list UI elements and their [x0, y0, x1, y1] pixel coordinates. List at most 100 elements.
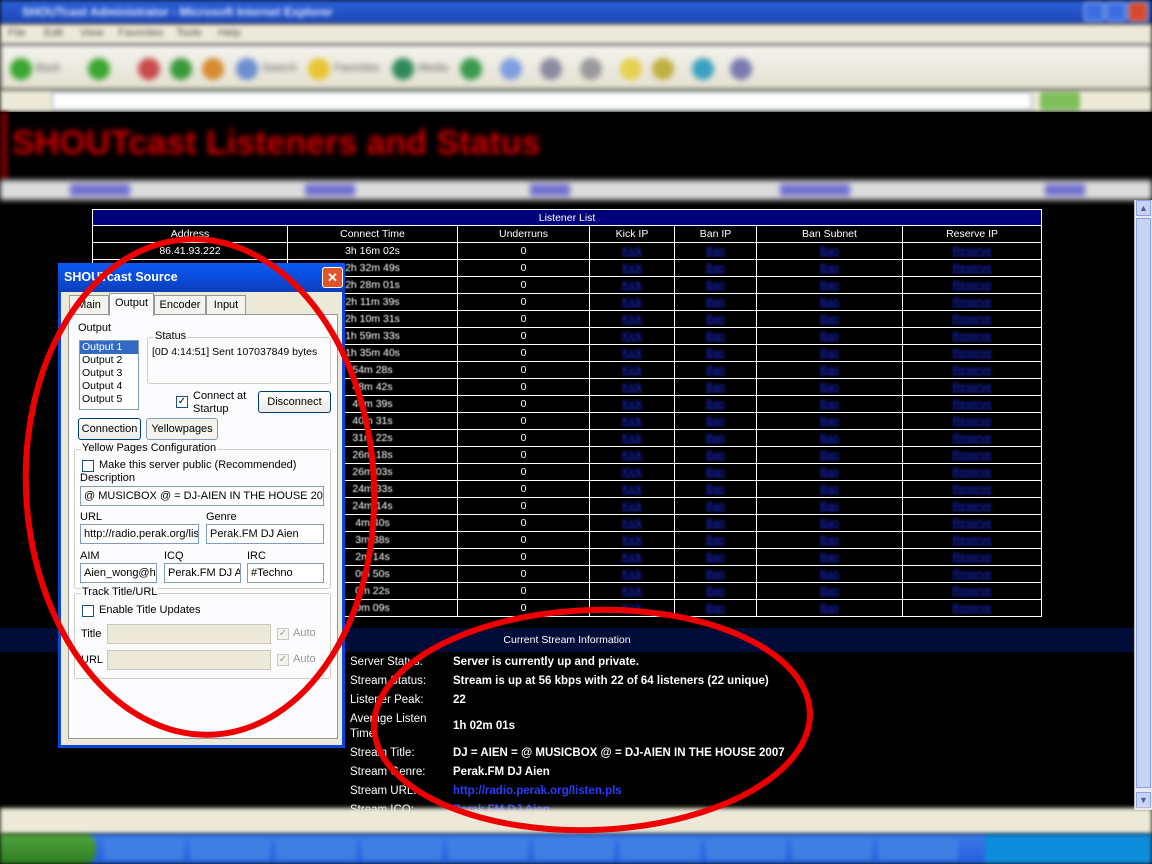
ban-ip-link[interactable]: Ban	[706, 551, 725, 563]
folder-icon[interactable]	[652, 58, 674, 80]
reserve-ip-link[interactable]: Reserve	[952, 466, 991, 478]
ban-ip-link[interactable]: Ban	[706, 364, 725, 376]
enable-title-updates-checkbox[interactable]	[82, 605, 94, 617]
tab-encoder[interactable]: Encoder	[154, 295, 206, 315]
reserve-ip-link[interactable]: Reserve	[952, 602, 991, 614]
menu-help[interactable]: Help	[218, 27, 241, 39]
taskbar-button[interactable]	[104, 838, 184, 860]
reserve-ip-link[interactable]: Reserve	[952, 534, 991, 546]
connection-button[interactable]: Connection	[78, 418, 141, 440]
favorites-label[interactable]: Favorites	[334, 62, 379, 74]
kick-link[interactable]: Kick	[622, 483, 642, 495]
ban-subnet-link[interactable]: Ban	[820, 381, 839, 393]
menu-view[interactable]: View	[80, 27, 104, 39]
ban-ip-link[interactable]: Ban	[706, 585, 725, 597]
taskbar-button[interactable]	[190, 838, 270, 860]
ban-ip-link[interactable]: Ban	[706, 279, 725, 291]
ban-ip-link[interactable]: Ban	[706, 568, 725, 580]
reserve-ip-link[interactable]: Reserve	[952, 296, 991, 308]
print-icon[interactable]	[540, 58, 562, 80]
ban-ip-link[interactable]: Ban	[706, 534, 725, 546]
kick-link[interactable]: Kick	[622, 585, 642, 597]
ban-ip-link[interactable]: Ban	[706, 347, 725, 359]
ban-subnet-link[interactable]: Ban	[820, 347, 839, 359]
search-icon[interactable]	[236, 58, 258, 80]
ban-subnet-link[interactable]: Ban	[820, 432, 839, 444]
kick-link[interactable]: Kick	[622, 296, 642, 308]
kick-link[interactable]: Kick	[622, 364, 642, 376]
back-label[interactable]: Back	[36, 62, 60, 74]
disconnect-button[interactable]: Disconnect	[258, 391, 331, 413]
kick-link[interactable]: Kick	[622, 517, 642, 529]
kick-link[interactable]: Kick	[622, 347, 642, 359]
reserve-ip-link[interactable]: Reserve	[952, 398, 991, 410]
ban-subnet-link[interactable]: Ban	[820, 449, 839, 461]
kick-link[interactable]: Kick	[622, 245, 642, 257]
kick-link[interactable]: Kick	[622, 551, 642, 563]
stop-icon[interactable]	[138, 58, 160, 80]
minimize-icon[interactable]	[1084, 2, 1104, 22]
kick-link[interactable]: Kick	[622, 262, 642, 274]
output-listbox[interactable]: Output 1 Output 2 Output 3 Output 4 Outp…	[79, 340, 139, 410]
kick-link[interactable]: Kick	[622, 432, 642, 444]
reserve-ip-link[interactable]: Reserve	[952, 483, 991, 495]
nav-link[interactable]	[780, 184, 850, 196]
menu-edit[interactable]: Edit	[44, 27, 63, 39]
kick-link[interactable]: Kick	[622, 381, 642, 393]
ban-subnet-link[interactable]: Ban	[820, 296, 839, 308]
ban-subnet-link[interactable]: Ban	[820, 330, 839, 342]
menu-favorites[interactable]: Favorites	[118, 27, 163, 39]
kick-link[interactable]: Kick	[622, 534, 642, 546]
output-list-item[interactable]: Output 4	[80, 380, 138, 393]
ban-subnet-link[interactable]: Ban	[820, 364, 839, 376]
ban-ip-link[interactable]: Ban	[706, 602, 725, 614]
reserve-ip-link[interactable]: Reserve	[952, 500, 991, 512]
reserve-ip-link[interactable]: Reserve	[952, 262, 991, 274]
kick-link[interactable]: Kick	[622, 398, 642, 410]
menu-file[interactable]: File	[8, 27, 26, 39]
kick-link[interactable]: Kick	[622, 313, 642, 325]
ban-subnet-link[interactable]: Ban	[820, 262, 839, 274]
ban-subnet-link[interactable]: Ban	[820, 551, 839, 563]
stream-url-link[interactable]: http://radio.perak.org/listen.pls	[453, 785, 622, 797]
taskbar-button[interactable]	[276, 838, 356, 860]
ban-ip-link[interactable]: Ban	[706, 432, 725, 444]
forward-icon[interactable]	[88, 58, 110, 80]
ban-subnet-link[interactable]: Ban	[820, 313, 839, 325]
taskbar-button[interactable]	[620, 838, 700, 860]
ban-ip-link[interactable]: Ban	[706, 313, 725, 325]
output-list-item[interactable]: Output 3	[80, 367, 138, 380]
history-icon[interactable]	[460, 58, 482, 80]
back-icon[interactable]	[10, 58, 32, 80]
ban-subnet-link[interactable]: Ban	[820, 568, 839, 580]
reserve-ip-link[interactable]: Reserve	[952, 551, 991, 563]
ban-ip-link[interactable]: Ban	[706, 500, 725, 512]
nav-link[interactable]	[1045, 184, 1085, 196]
url-input[interactable]: http://radio.perak.org/listen.pls	[80, 524, 199, 544]
ban-subnet-link[interactable]: Ban	[820, 398, 839, 410]
kick-link[interactable]: Kick	[622, 466, 642, 478]
home-icon[interactable]	[202, 58, 224, 80]
scroll-up-icon[interactable]: ▲	[1136, 200, 1151, 216]
dialog-close-button[interactable]: ✕	[322, 267, 343, 288]
edit-icon[interactable]	[580, 58, 602, 80]
ban-ip-link[interactable]: Ban	[706, 330, 725, 342]
reserve-ip-link[interactable]: Reserve	[952, 313, 991, 325]
ban-ip-link[interactable]: Ban	[706, 415, 725, 427]
reserve-ip-link[interactable]: Reserve	[952, 449, 991, 461]
reserve-ip-link[interactable]: Reserve	[952, 568, 991, 580]
ban-ip-link[interactable]: Ban	[706, 483, 725, 495]
media-icon[interactable]	[392, 58, 414, 80]
kick-link[interactable]: Kick	[622, 500, 642, 512]
irc-input[interactable]: #Techno	[247, 563, 324, 583]
kick-link[interactable]: Kick	[622, 279, 642, 291]
go-button[interactable]	[1040, 92, 1080, 110]
scroll-thumb[interactable]	[1136, 218, 1151, 788]
ban-subnet-link[interactable]: Ban	[820, 585, 839, 597]
ban-subnet-link[interactable]: Ban	[820, 279, 839, 291]
maximize-icon[interactable]	[1106, 2, 1126, 22]
reserve-ip-link[interactable]: Reserve	[952, 364, 991, 376]
reserve-ip-link[interactable]: Reserve	[952, 517, 991, 529]
ban-ip-link[interactable]: Ban	[706, 296, 725, 308]
messenger-icon[interactable]	[620, 58, 642, 80]
